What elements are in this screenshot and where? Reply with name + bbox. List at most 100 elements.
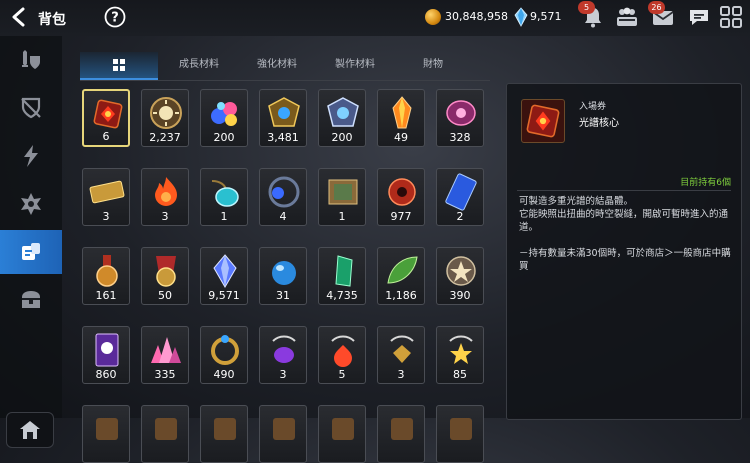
- item-count: 490: [213, 368, 235, 381]
- bronze-medal-icon: [96, 255, 118, 287]
- tab-crafting-materials[interactable]: 製作材料: [316, 52, 394, 80]
- red-cube-icon: [93, 99, 123, 129]
- item-slot[interactable]: 200: [200, 89, 248, 147]
- item-slot[interactable]: 2,237: [141, 89, 189, 147]
- green-leaf-icon: [387, 256, 418, 284]
- item-count: 4: [279, 210, 287, 223]
- fire-token-icon: [155, 177, 177, 206]
- sidebar-equipment[interactable]: [0, 38, 62, 82]
- sword-shield-icon: [22, 50, 40, 69]
- silver-crest-icon: [327, 97, 359, 127]
- item-slot[interactable]: [436, 405, 484, 463]
- item-slot[interactable]: 9,571: [200, 247, 248, 305]
- item-slot[interactable]: 161: [82, 247, 130, 305]
- item-slot[interactable]: 860: [82, 326, 130, 384]
- item-count: 2,237: [149, 131, 181, 144]
- item-tabs: 成長材料 強化材料 製作材料 財物: [80, 52, 490, 81]
- item-slot[interactable]: 4: [259, 168, 307, 226]
- item-count: 50: [158, 289, 172, 302]
- item-detail-panel: 入場券 光譜核心 目前持有6個 可製造多重光譜的結晶體。 它能映照出扭曲的時空裂…: [506, 83, 742, 420]
- item-slot[interactable]: 85: [436, 326, 484, 384]
- top-bar: 背包 ? 30,848,958 9,571 5 26: [0, 0, 750, 36]
- tab-treasures[interactable]: 財物: [394, 52, 472, 80]
- item-slot[interactable]: [318, 405, 366, 463]
- owned-count: 目前持有6個: [680, 178, 731, 188]
- item-slot[interactable]: 335: [141, 326, 189, 384]
- blue-pendant-icon: [268, 176, 300, 208]
- item-count: 390: [449, 289, 471, 302]
- item-slot[interactable]: 977: [377, 168, 425, 226]
- item-slot[interactable]: [200, 405, 248, 463]
- item-slot[interactable]: 490: [200, 326, 248, 384]
- help-icon[interactable]: ?: [104, 6, 126, 28]
- red-pendant-icon: [331, 335, 355, 367]
- sidebar-skills[interactable]: [0, 134, 62, 178]
- item-count: 5: [338, 368, 346, 381]
- diamond-icon: [514, 7, 528, 27]
- item-slot[interactable]: 6: [82, 89, 130, 147]
- item-count: 328: [449, 131, 471, 144]
- item-slot[interactable]: 1,186: [377, 247, 425, 305]
- page-title: 背包: [38, 12, 66, 28]
- materials-bag-icon: [22, 243, 40, 260]
- partial-item-icon: [391, 418, 413, 440]
- item-slot[interactable]: 3: [82, 168, 130, 226]
- sidebar-chests[interactable]: [0, 278, 62, 322]
- gold-ticket-icon: [89, 180, 125, 204]
- storage-button[interactable]: [6, 412, 54, 448]
- gold-pendant-icon: [390, 335, 414, 363]
- item-slot[interactable]: [377, 405, 425, 463]
- item-count: 200: [331, 131, 353, 144]
- menu-grid-icon[interactable]: [718, 4, 744, 30]
- item-slot[interactable]: 3: [377, 326, 425, 384]
- spectrum-core-icon: [521, 99, 565, 143]
- item-count: 85: [453, 368, 467, 381]
- item-slot[interactable]: [141, 405, 189, 463]
- blue-ticket-icon: [445, 173, 477, 211]
- item-slot[interactable]: 390: [436, 247, 484, 305]
- tab-enhance-materials[interactable]: 強化材料: [238, 52, 316, 80]
- item-slot[interactable]: 200: [318, 89, 366, 147]
- item-slot[interactable]: 3,481: [259, 89, 307, 147]
- svg-text:?: ?: [111, 11, 119, 26]
- item-slot[interactable]: 1: [318, 168, 366, 226]
- pink-rune-stone-icon: [446, 100, 476, 126]
- sidebar-emblems[interactable]: [0, 182, 62, 226]
- pink-crystal-pile-icon: [151, 337, 181, 363]
- item-slot[interactable]: 49: [377, 89, 425, 147]
- sidebar-materials[interactable]: [0, 230, 62, 274]
- blue-sphere-icon: [272, 261, 296, 285]
- item-slot[interactable]: 50: [141, 247, 189, 305]
- tab-all[interactable]: [80, 52, 158, 80]
- item-count: 3: [161, 210, 169, 223]
- partial-item-icon: [155, 418, 177, 440]
- green-crystal-icon: [335, 255, 353, 287]
- item-slot[interactable]: 5: [318, 326, 366, 384]
- star-pendant-icon: [449, 335, 473, 364]
- spiked-emblem-icon: [21, 193, 41, 215]
- item-slot[interactable]: 1: [200, 168, 248, 226]
- item-name: 光譜核心: [579, 118, 619, 129]
- item-count: 977: [390, 210, 412, 223]
- item-slot[interactable]: 4,735: [318, 247, 366, 305]
- item-slot[interactable]: 31: [259, 247, 307, 305]
- chest-icon: [22, 291, 40, 308]
- item-slot[interactable]: 328: [436, 89, 484, 147]
- item-slot[interactable]: 3: [259, 326, 307, 384]
- item-slot[interactable]: [82, 405, 130, 463]
- back-arrow-icon[interactable]: [8, 6, 30, 28]
- item-slot[interactable]: 3: [141, 168, 189, 226]
- item-slot[interactable]: 2: [436, 168, 484, 226]
- item-count: 1: [220, 210, 228, 223]
- item-count: 31: [276, 289, 290, 302]
- bell-badge: 5: [578, 1, 595, 14]
- guild-icon[interactable]: [614, 4, 640, 30]
- chat-icon[interactable]: [686, 4, 712, 30]
- item-slot[interactable]: [259, 405, 307, 463]
- sidebar-defense[interactable]: [0, 86, 62, 130]
- item-count: 49: [394, 131, 408, 144]
- sun-emblem-icon: [150, 97, 182, 129]
- gold-amount: 30,848,958: [445, 10, 508, 23]
- item-count: 1: [338, 210, 346, 223]
- tab-growth-materials[interactable]: 成長材料: [160, 52, 238, 80]
